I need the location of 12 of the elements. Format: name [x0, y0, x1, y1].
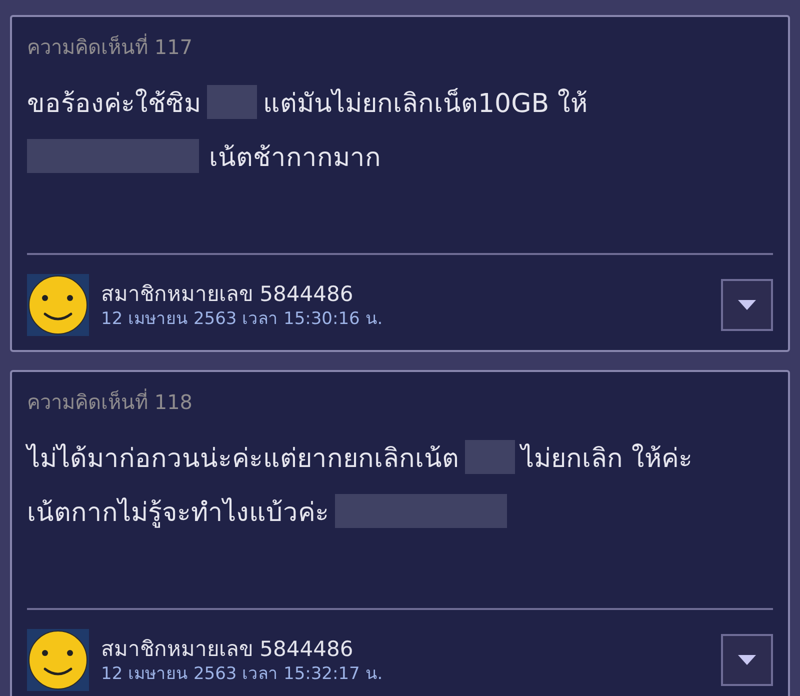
- comment-text: เน้ตช้ากากมาก: [209, 142, 381, 174]
- comment-text: ไม่ยกเลิก ให้ค่ะ: [521, 442, 692, 476]
- author-name[interactable]: สมาชิกหมายเลข 5844486: [101, 635, 709, 663]
- comment-number: ความคิดเห็นที่ 117: [27, 32, 194, 61]
- comment-number: ความคิดเห็นที่ 118: [27, 388, 194, 416]
- comment-text: ขอร้องค่ะใช้ซิม: [27, 88, 201, 120]
- comment-text: เน้ตกากไม่รู้จะทำไงแบ้วค่ะ: [27, 496, 329, 530]
- post-date: 12 เมษายน 2563 เวลา 15:30:16 น.: [101, 308, 384, 330]
- author-name[interactable]: สมาชิกหมายเลข 5844486: [101, 280, 709, 308]
- comment-text: ไม่ได้มาก่อกวนน่ะค่ะแต่ยากยกเลิกเน้ต: [27, 442, 459, 476]
- post-date: 12 เมษายน 2563 เวลา 15:32:17 น.: [101, 663, 384, 685]
- comment-text: แต่มันไม่ยกเลิกเน็ต10GB ให้: [263, 87, 588, 120]
